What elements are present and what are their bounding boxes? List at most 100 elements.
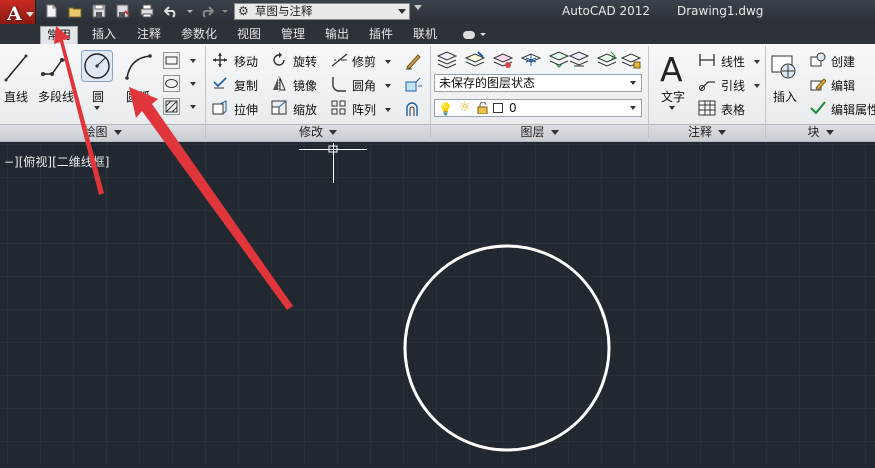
arc-tool-icon[interactable] bbox=[124, 52, 154, 82]
linear-dimension-icon[interactable] bbox=[698, 52, 716, 68]
line-tool-icon[interactable] bbox=[4, 52, 28, 82]
quick-access-customize-icon[interactable] bbox=[414, 5, 422, 10]
edit-block-icon[interactable] bbox=[810, 76, 826, 92]
tab-parametric[interactable]: 参数化 bbox=[181, 26, 217, 44]
redo-icon[interactable] bbox=[200, 4, 214, 18]
undo-icon[interactable] bbox=[164, 4, 178, 18]
polyline-tool-icon[interactable] bbox=[40, 54, 70, 80]
polyline-tool-label[interactable]: 多段线 bbox=[38, 88, 74, 105]
line-tool-label[interactable]: 直线 bbox=[4, 88, 28, 105]
edit-attributes-icon[interactable] bbox=[810, 100, 826, 116]
fillet-label[interactable]: 圆角 bbox=[352, 77, 376, 94]
stretch-label[interactable]: 拉伸 bbox=[234, 101, 258, 118]
erase-icon[interactable] bbox=[404, 52, 422, 70]
layer-dropdown[interactable]: 💡 ☼ 0 bbox=[434, 99, 642, 117]
create-block-icon[interactable] bbox=[810, 52, 826, 68]
layer-states-icon[interactable] bbox=[464, 50, 486, 70]
create-block-label[interactable]: 创建 bbox=[831, 53, 855, 70]
layers-panel-title[interactable]: 图层 bbox=[431, 124, 648, 141]
circle-tool-icon[interactable] bbox=[81, 50, 113, 82]
insert-block-label[interactable]: 插入 bbox=[773, 88, 797, 105]
edit-block-label[interactable]: 编辑 bbox=[831, 77, 855, 94]
layer-previous-icon[interactable] bbox=[568, 50, 590, 70]
tab-output[interactable]: 输出 bbox=[325, 26, 349, 44]
layers-panel-title-text: 图层 bbox=[520, 125, 545, 139]
edit-attributes-label[interactable]: 编辑属性 bbox=[831, 101, 875, 118]
mirror-label[interactable]: 镜像 bbox=[293, 77, 317, 94]
circle-tool-label[interactable]: 圆 bbox=[92, 88, 104, 105]
linear-dropdown-icon[interactable] bbox=[754, 60, 760, 64]
leader-dropdown-icon[interactable] bbox=[754, 84, 760, 88]
annotation-panel-title[interactable]: 注释 bbox=[649, 124, 765, 141]
viewport-controls-label[interactable]: −][俯视][二维线框] bbox=[4, 153, 109, 170]
layer-freeze-icon[interactable] bbox=[520, 50, 542, 70]
linear-dimension-label[interactable]: 线性 bbox=[721, 53, 745, 70]
scale-label[interactable]: 缩放 bbox=[293, 101, 317, 118]
rectangle-tool-icon[interactable] bbox=[163, 52, 180, 69]
stretch-icon[interactable] bbox=[212, 100, 228, 116]
array-label[interactable]: 阵列 bbox=[352, 101, 376, 118]
table-icon[interactable] bbox=[698, 100, 716, 116]
insert-block-icon[interactable] bbox=[770, 54, 800, 82]
offset-icon[interactable] bbox=[404, 100, 422, 118]
tab-manage[interactable]: 管理 bbox=[281, 26, 305, 44]
redo-dropdown-icon[interactable] bbox=[221, 4, 229, 18]
new-file-icon[interactable] bbox=[44, 4, 58, 18]
block-panel-title[interactable]: 块 bbox=[766, 124, 875, 141]
move-label[interactable]: 移动 bbox=[234, 53, 258, 70]
text-tool-label[interactable]: 文字 bbox=[661, 88, 685, 105]
leader-icon[interactable] bbox=[698, 76, 716, 92]
array-dropdown-icon[interactable] bbox=[385, 108, 391, 112]
plot-icon[interactable] bbox=[140, 4, 154, 18]
copy-label[interactable]: 复制 bbox=[234, 77, 258, 94]
tab-plugins[interactable]: 插件 bbox=[369, 26, 393, 44]
hatch-dropdown-icon[interactable] bbox=[190, 105, 196, 109]
drawing-area[interactable] bbox=[0, 142, 875, 465]
save-as-icon[interactable] bbox=[116, 4, 130, 18]
save-icon[interactable] bbox=[92, 4, 106, 18]
open-folder-icon[interactable] bbox=[68, 4, 82, 18]
rotate-icon[interactable] bbox=[271, 52, 287, 68]
unlock-icon bbox=[477, 101, 489, 118]
ribbon-minimize-icon[interactable] bbox=[462, 29, 486, 39]
leader-label[interactable]: 引线 bbox=[721, 77, 745, 94]
layer-walk-icon[interactable] bbox=[596, 50, 618, 70]
tab-view[interactable]: 视图 bbox=[237, 26, 261, 44]
trim-icon[interactable] bbox=[331, 52, 349, 68]
array-icon[interactable] bbox=[331, 100, 347, 116]
tab-home[interactable]: 常用 bbox=[40, 26, 79, 44]
circle-dropdown-icon[interactable] bbox=[94, 106, 100, 110]
layer-isolate-icon[interactable] bbox=[492, 50, 514, 70]
layer-properties-icon[interactable] bbox=[436, 50, 458, 70]
rotate-label[interactable]: 旋转 bbox=[293, 53, 317, 70]
sun-icon: ☼ bbox=[459, 100, 471, 115]
fillet-icon[interactable] bbox=[331, 76, 347, 92]
fillet-dropdown-icon[interactable] bbox=[385, 84, 391, 88]
trim-dropdown-icon[interactable] bbox=[385, 60, 391, 64]
text-dropdown-icon[interactable] bbox=[669, 106, 675, 110]
tab-insert[interactable]: 插入 bbox=[92, 26, 116, 44]
ellipse-dropdown-icon[interactable] bbox=[190, 82, 196, 86]
ellipse-tool-icon[interactable] bbox=[163, 75, 180, 92]
layer-state-dropdown[interactable]: 未保存的图层状态 bbox=[434, 74, 642, 92]
rectangle-dropdown-icon[interactable] bbox=[190, 59, 196, 63]
arc-tool-label[interactable]: 圆弧 bbox=[126, 88, 150, 105]
layer-lock-icon[interactable] bbox=[620, 50, 642, 70]
undo-dropdown-icon[interactable] bbox=[186, 4, 194, 18]
tab-annotate[interactable]: 注释 bbox=[137, 26, 161, 44]
arc-dropdown-icon[interactable] bbox=[136, 106, 142, 110]
mirror-icon[interactable] bbox=[271, 76, 287, 92]
draw-panel-title[interactable]: 绘图 bbox=[0, 124, 205, 141]
explode-icon[interactable] bbox=[404, 76, 422, 94]
move-icon[interactable] bbox=[212, 52, 228, 68]
scale-icon[interactable] bbox=[271, 100, 287, 116]
hatch-tool-icon[interactable] bbox=[163, 98, 180, 115]
tab-online[interactable]: 联机 bbox=[413, 26, 437, 44]
layer-match-icon[interactable] bbox=[548, 50, 570, 70]
workspace-selector[interactable]: ⚙ 草图与注释 bbox=[234, 3, 410, 20]
table-label[interactable]: 表格 bbox=[721, 101, 745, 118]
modify-panel-title[interactable]: 修改 bbox=[206, 124, 430, 141]
text-tool-icon[interactable]: A bbox=[659, 51, 685, 85]
trim-label[interactable]: 修剪 bbox=[352, 53, 376, 70]
copy-icon[interactable] bbox=[212, 76, 228, 92]
